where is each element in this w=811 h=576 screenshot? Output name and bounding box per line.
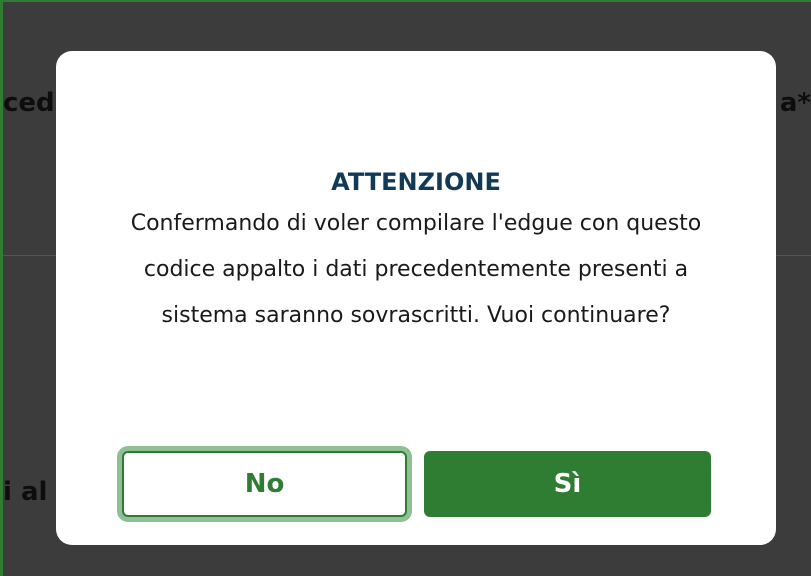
no-button[interactable]: No — [122, 451, 407, 517]
dialog-title: ATTENZIONE — [331, 168, 501, 196]
confirmation-dialog: ATTENZIONE Confermando di voler compilar… — [56, 51, 776, 545]
dialog-message: Confermando di voler compilare l'edgue c… — [130, 211, 702, 328]
background-label-fragment-lower: i al — [3, 477, 48, 507]
background-label-fragment: ced — [3, 88, 55, 118]
yes-button[interactable]: Sì — [424, 451, 711, 517]
background-label-fragment-required: a* — [779, 88, 811, 118]
